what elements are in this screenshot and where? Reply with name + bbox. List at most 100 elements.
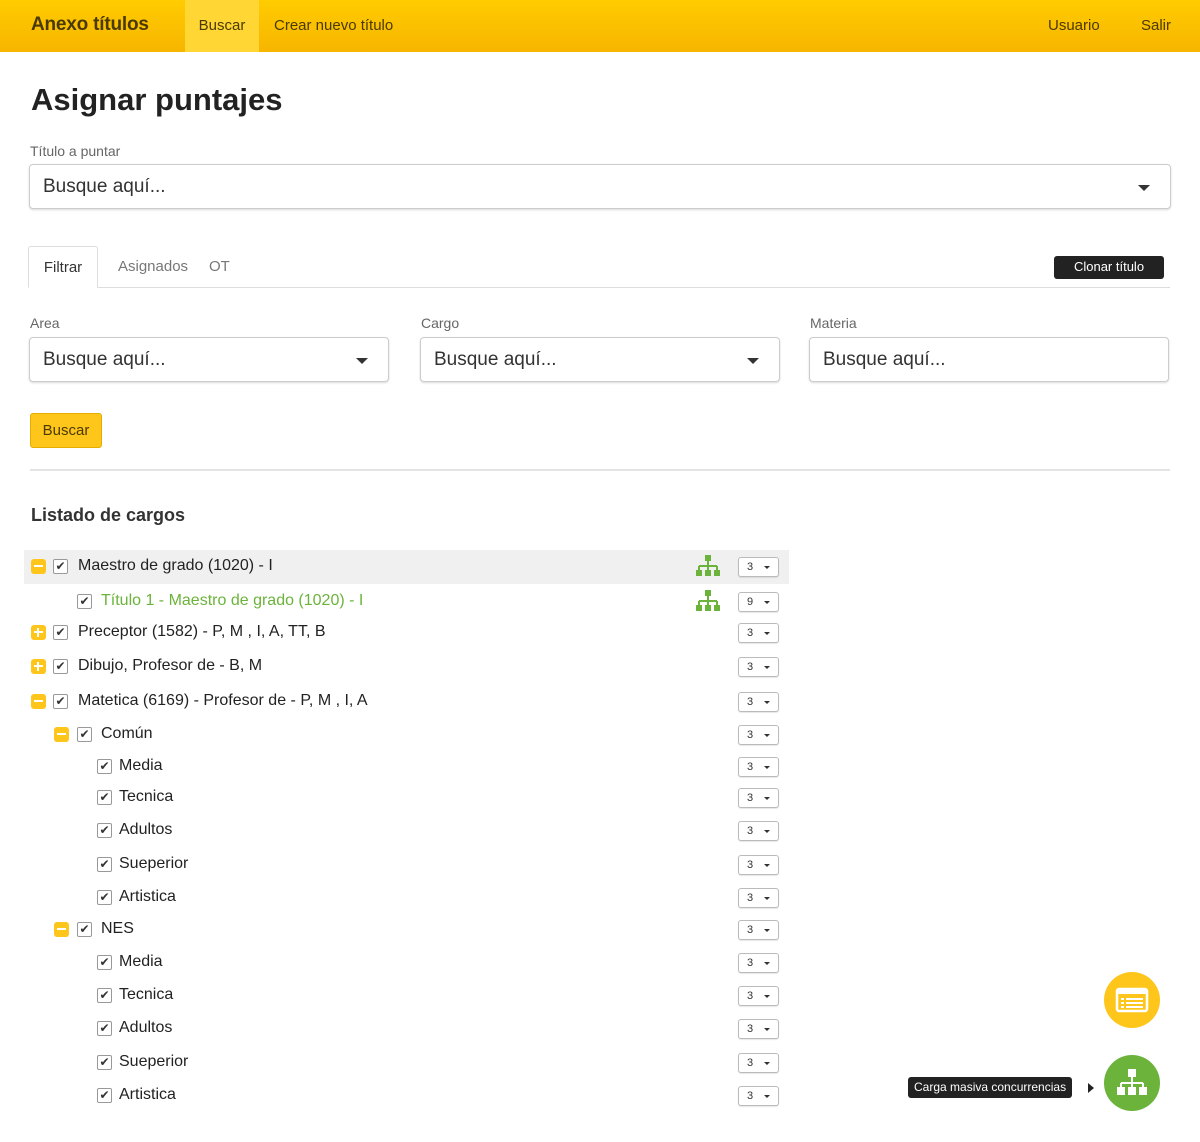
toggle-bar <box>34 565 43 567</box>
tree-row[interactable]: ✔ Común 3 <box>24 718 789 752</box>
score-select[interactable]: 3 <box>738 1086 779 1106</box>
row-label: Maestro de grado (1020) - I <box>78 557 273 574</box>
tree-row[interactable]: ✔ Dibujo, Profesor de - B, M 3 <box>24 650 789 684</box>
buscar-button[interactable]: Buscar <box>30 413 102 448</box>
chevron-down-icon <box>764 962 770 965</box>
row-checkbox[interactable]: ✔ <box>97 955 112 970</box>
score-select[interactable]: 3 <box>738 557 779 577</box>
score-select[interactable]: 3 <box>738 953 779 973</box>
toggle-bar <box>57 733 66 735</box>
list-fab-button[interactable] <box>1104 972 1160 1028</box>
row-label: Artistica <box>119 1086 176 1103</box>
brand-title[interactable]: Anexo títulos <box>31 14 149 36</box>
score-select[interactable]: 3 <box>738 623 779 643</box>
collapse-icon[interactable] <box>54 922 69 937</box>
tree-row[interactable]: ✔ Media 3 <box>24 750 789 784</box>
score-select[interactable]: 3 <box>738 1053 779 1073</box>
score-select[interactable]: 3 <box>738 821 779 841</box>
row-checkbox[interactable]: ✔ <box>97 1055 112 1070</box>
tree-row[interactable]: ✔ Maestro de grado (1020) - I 3 <box>24 550 789 584</box>
score-select[interactable]: 3 <box>738 1019 779 1039</box>
chevron-down-icon <box>764 897 770 900</box>
score-select[interactable]: 3 <box>738 986 779 1006</box>
row-checkbox[interactable]: ✔ <box>77 594 92 609</box>
chevron-down-icon <box>747 358 759 364</box>
score-select[interactable]: 3 <box>738 657 779 677</box>
tree-row[interactable]: ✔ Sueperior 3 <box>24 848 789 882</box>
clonar-titulo-button[interactable]: Clonar título <box>1054 256 1164 279</box>
row-label: Tecnica <box>119 986 174 1003</box>
row-checkbox[interactable]: ✔ <box>97 890 112 905</box>
score-select[interactable]: 9 <box>738 592 779 612</box>
row-checkbox[interactable]: ✔ <box>97 759 112 774</box>
toggle-vbar <box>37 628 39 637</box>
score-select[interactable]: 3 <box>738 855 779 875</box>
row-checkbox[interactable]: ✔ <box>97 1088 112 1103</box>
area-select[interactable]: Busque aquí... <box>29 337 389 382</box>
tree-row[interactable]: ✔ Tecnica 3 <box>24 979 789 1013</box>
row-label: Adultos <box>119 1019 173 1036</box>
expand-icon[interactable] <box>31 659 46 674</box>
tree-row[interactable]: ✔ Matetica (6169) - Profesor de - P, M , … <box>24 685 789 719</box>
score-select[interactable]: 3 <box>738 757 779 777</box>
score-select[interactable]: 3 <box>738 920 779 940</box>
tree-row[interactable]: ✔ Tecnica 3 <box>24 781 789 815</box>
nav-crear-titulo[interactable]: Crear nuevo título <box>274 0 393 52</box>
score-select[interactable]: 3 <box>738 788 779 808</box>
nav-salir[interactable]: Salir <box>1141 0 1171 52</box>
tab-asignados[interactable]: Asignados <box>118 246 188 288</box>
nav-usuario[interactable]: Usuario <box>1048 0 1100 52</box>
tree-row[interactable]: ✔ Adultos 3 <box>24 1012 789 1046</box>
toggle-bar <box>57 928 66 930</box>
toggle-bar <box>34 700 43 702</box>
row-checkbox[interactable]: ✔ <box>53 659 68 674</box>
row-checkbox[interactable]: ✔ <box>53 625 68 640</box>
divider <box>30 469 1170 471</box>
tree-row[interactable]: ✔ Preceptor (1582) - P, M , I, A, TT, B 3 <box>24 616 789 650</box>
row-checkbox[interactable]: ✔ <box>97 988 112 1003</box>
chevron-down-icon <box>764 666 770 669</box>
score-value: 3 <box>747 957 754 969</box>
collapse-icon[interactable] <box>31 694 46 709</box>
row-label: Artistica <box>119 888 176 905</box>
nav-buscar[interactable]: Buscar <box>185 0 259 52</box>
row-checkbox[interactable]: ✔ <box>97 857 112 872</box>
tree-row[interactable]: ✔ Sueperior 3 <box>24 1046 789 1080</box>
score-select[interactable]: 3 <box>738 725 779 745</box>
row-label: Sueperior <box>119 1053 189 1070</box>
tree-row[interactable]: ✔ Adultos 3 <box>24 814 789 848</box>
org-chart-icon[interactable] <box>695 554 721 580</box>
chevron-down-icon <box>764 632 770 635</box>
row-checkbox[interactable]: ✔ <box>53 694 68 709</box>
collapse-icon[interactable] <box>54 727 69 742</box>
titulo-select[interactable]: Busque aquí... <box>29 164 1171 209</box>
row-label: Común <box>101 725 153 742</box>
row-checkbox[interactable]: ✔ <box>77 727 92 742</box>
chevron-down-icon <box>764 1095 770 1098</box>
tree-row[interactable]: ✔ NES 3 <box>24 913 789 947</box>
score-select[interactable]: 3 <box>738 692 779 712</box>
materia-label: Materia <box>810 315 857 331</box>
row-checkbox[interactable]: ✔ <box>97 823 112 838</box>
row-checkbox[interactable]: ✔ <box>53 559 68 574</box>
tab-ot[interactable]: OT <box>209 246 230 288</box>
tab-filtrar[interactable]: Filtrar <box>28 246 98 288</box>
materia-input[interactable]: Busque aquí... <box>809 337 1169 382</box>
tree-row[interactable]: ✔ Artistica 3 <box>24 881 789 915</box>
chevron-down-icon <box>764 1028 770 1031</box>
org-chart-icon[interactable] <box>695 589 721 615</box>
collapse-icon[interactable] <box>31 559 46 574</box>
tree-row[interactable]: ✔ Artistica 3 <box>24 1079 789 1113</box>
row-checkbox[interactable]: ✔ <box>97 1021 112 1036</box>
expand-icon[interactable] <box>31 625 46 640</box>
tree-row[interactable]: ✔ Media 3 <box>24 946 789 980</box>
score-select[interactable]: 3 <box>738 888 779 908</box>
row-label: Sueperior <box>119 855 189 872</box>
cargo-placeholder: Busque aquí... <box>434 349 557 370</box>
row-checkbox[interactable]: ✔ <box>97 790 112 805</box>
row-checkbox[interactable]: ✔ <box>77 922 92 937</box>
chevron-down-icon <box>764 797 770 800</box>
cargo-select[interactable]: Busque aquí... <box>420 337 780 382</box>
tree-row[interactable]: ✔ Título 1 - Maestro de grado (1020) - I 9 <box>24 585 789 619</box>
carga-masiva-button[interactable] <box>1104 1055 1160 1111</box>
